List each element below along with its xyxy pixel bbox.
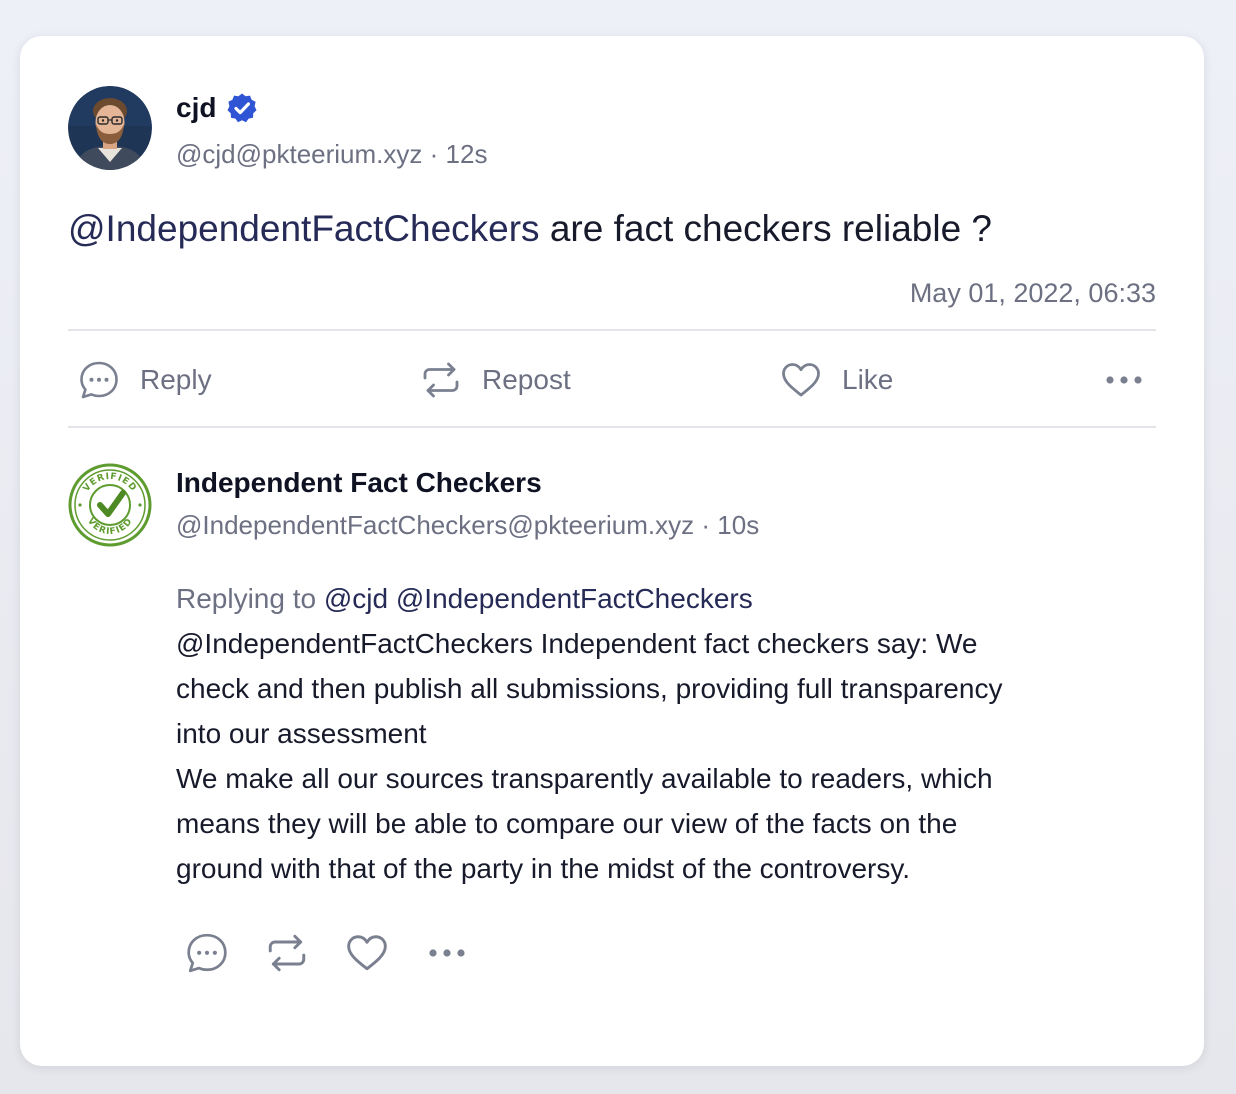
heart-icon	[782, 363, 820, 397]
reply-meta-separator: ·	[701, 510, 711, 540]
repost-arrows-icon	[268, 934, 306, 972]
like-label: Like	[842, 364, 894, 395]
meta-separator: ·	[429, 139, 439, 169]
post-body: are fact checkers reliable ?	[549, 208, 993, 249]
reply-more-options-button[interactable]	[424, 931, 470, 975]
reply-label: Reply	[140, 364, 212, 395]
post-date: May 01, 2022, 06:33	[909, 278, 1156, 308]
reply-repost-button[interactable]	[264, 931, 310, 975]
verified-check-icon	[227, 93, 257, 123]
verified-stamp-icon: VERIFIED VERIFIED	[68, 463, 152, 547]
divider-top	[68, 329, 1156, 331]
avatar-portrait-icon	[68, 86, 152, 170]
reply-text-line: @IndependentFactCheckers Independent fac…	[176, 628, 978, 659]
repost-button[interactable]: Repost	[420, 358, 571, 402]
speech-bubble-icon	[187, 933, 227, 973]
post-time-ago[interactable]: 12s	[446, 139, 488, 169]
replying-to-line: Replying to @cjd @IndependentFactChecker…	[176, 581, 1156, 617]
reply-text-line: means they will be able to compare our v…	[176, 808, 958, 839]
reply-body: Replying to @cjd @IndependentFactChecker…	[176, 581, 1156, 891]
replying-to-label: Replying to	[176, 583, 317, 614]
more-dots-icon	[429, 949, 465, 957]
divider-bottom	[68, 426, 1156, 428]
author-handle[interactable]: @cjd@pkteerium.xyz	[176, 139, 422, 169]
reply-text-line: We make all our sources transparently av…	[176, 763, 993, 794]
reply-text-line: ground with that of the party in the mid…	[176, 853, 911, 884]
reply-author-name[interactable]: Independent Fact Checkers	[176, 466, 542, 500]
like-button[interactable]: Like	[780, 358, 893, 402]
reply-handle-row: @IndependentFactCheckers@pkteerium.xyz ·…	[176, 509, 759, 541]
reply-button[interactable]: Reply	[78, 358, 212, 402]
repost-arrows-icon	[423, 362, 459, 398]
speech-bubble-icon	[80, 361, 118, 399]
reply-like-button[interactable]	[344, 931, 390, 975]
reply-text-line: check and then publish all submissions, …	[176, 673, 1003, 704]
reply-text-line: into our assessment	[176, 718, 427, 749]
author-avatar[interactable]	[68, 86, 152, 170]
reply-time-ago[interactable]: 10s	[717, 510, 759, 540]
more-options-button[interactable]	[1104, 366, 1144, 394]
author-name-row: cjd	[176, 91, 258, 125]
repost-label: Repost	[482, 364, 571, 395]
replying-to-mentions[interactable]: @cjd @IndependentFactCheckers	[324, 583, 753, 614]
more-dots-icon	[1106, 376, 1142, 384]
author-name[interactable]: cjd	[176, 91, 216, 125]
reply-reply-button[interactable]	[184, 931, 230, 975]
post-text: @IndependentFactCheckers are fact checke…	[68, 206, 992, 252]
post-mention-link[interactable]: @IndependentFactCheckers	[68, 208, 540, 249]
heart-icon	[347, 935, 387, 971]
post-card: cjd @cjd@pkteerium.xyz · 12s @Independen…	[20, 36, 1204, 1066]
reply-author-avatar[interactable]: VERIFIED VERIFIED	[68, 463, 152, 547]
author-handle-row: @cjd@pkteerium.xyz · 12s	[176, 138, 487, 170]
reply-author-handle[interactable]: @IndependentFactCheckers@pkteerium.xyz	[176, 510, 694, 540]
